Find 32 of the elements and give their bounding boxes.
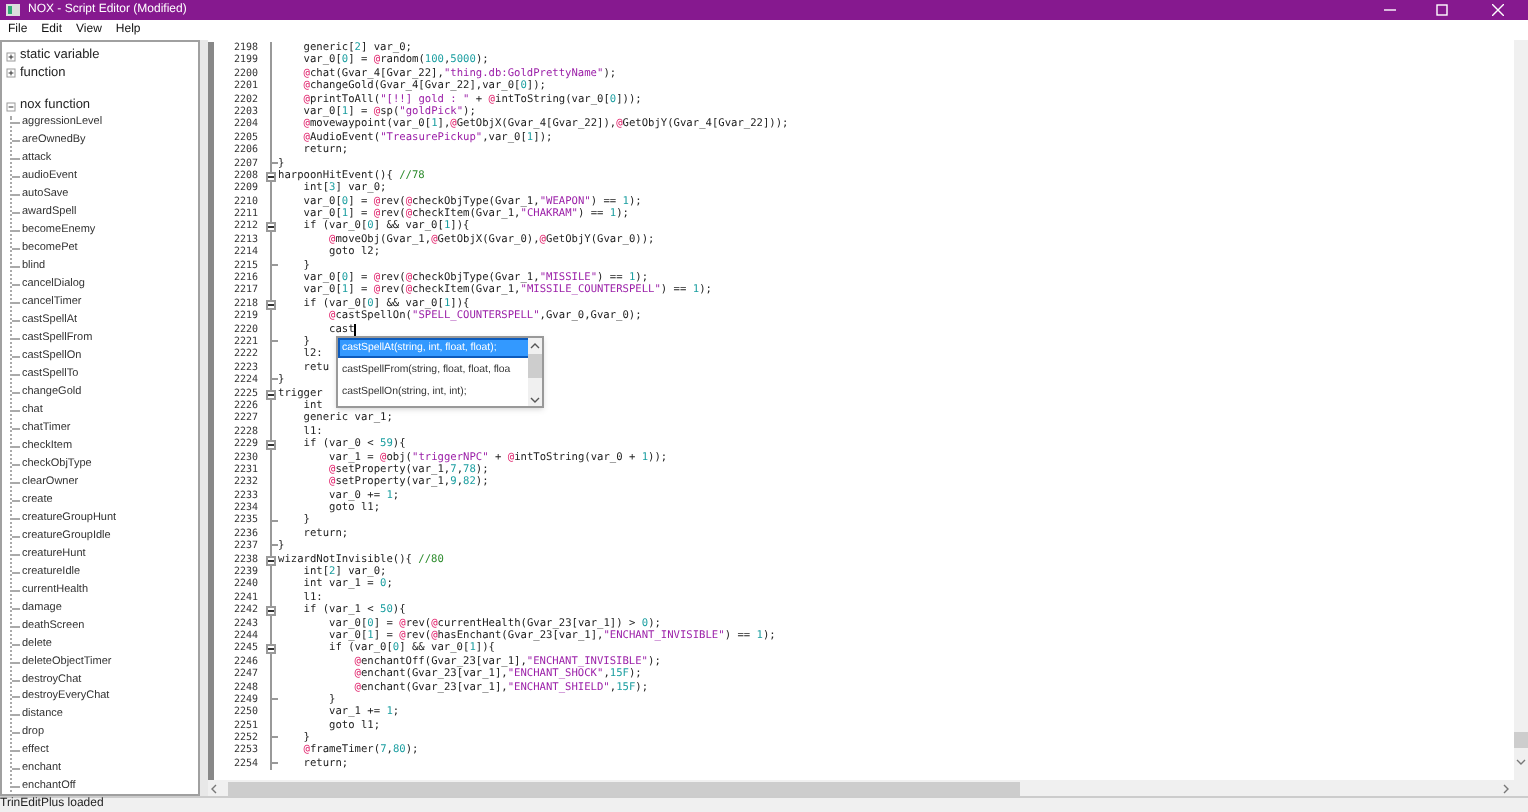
scroll-left-icon[interactable]: [210, 783, 218, 793]
fold-end-icon: [270, 335, 278, 343]
scroll-up-icon[interactable]: [530, 342, 540, 350]
maximize-icon: [1436, 4, 1448, 16]
scroll-down-icon[interactable]: [530, 396, 540, 404]
app-icon: [6, 4, 20, 16]
collapse-icon[interactable]: [6, 101, 16, 112]
fold-end-icon: [270, 259, 278, 266]
scrollbar-thumb[interactable]: [528, 354, 542, 378]
scroll-down-icon[interactable]: [1516, 758, 1526, 766]
expand-icon[interactable]: [6, 51, 16, 62]
fold-icon[interactable]: [265, 606, 275, 617]
fold-icon[interactable]: [265, 440, 275, 451]
scrollbar-thumb[interactable]: [1514, 732, 1528, 748]
fold-end-icon: [270, 540, 278, 547]
popup-scrollbar[interactable]: [528, 338, 542, 406]
fold-icon[interactable]: [265, 171, 275, 182]
scrollbar-thumb[interactable]: [228, 781, 1020, 795]
fold-icon[interactable]: [265, 222, 275, 233]
fold-end-icon: [270, 757, 278, 765]
fold-end-icon: [270, 374, 278, 381]
fold-icon[interactable]: [265, 644, 275, 655]
fold-icon[interactable]: [265, 555, 275, 566]
scroll-right-icon[interactable]: [1502, 783, 1510, 793]
text-cursor: [354, 323, 357, 336]
fold-end-icon: [270, 693, 278, 701]
expand-icon[interactable]: [6, 68, 16, 79]
fold-end-icon: [270, 732, 278, 739]
fold-icon[interactable]: [265, 389, 275, 400]
fold-icon[interactable]: [265, 299, 275, 310]
close-icon: [1492, 4, 1504, 16]
minimize-icon: [1384, 4, 1396, 16]
